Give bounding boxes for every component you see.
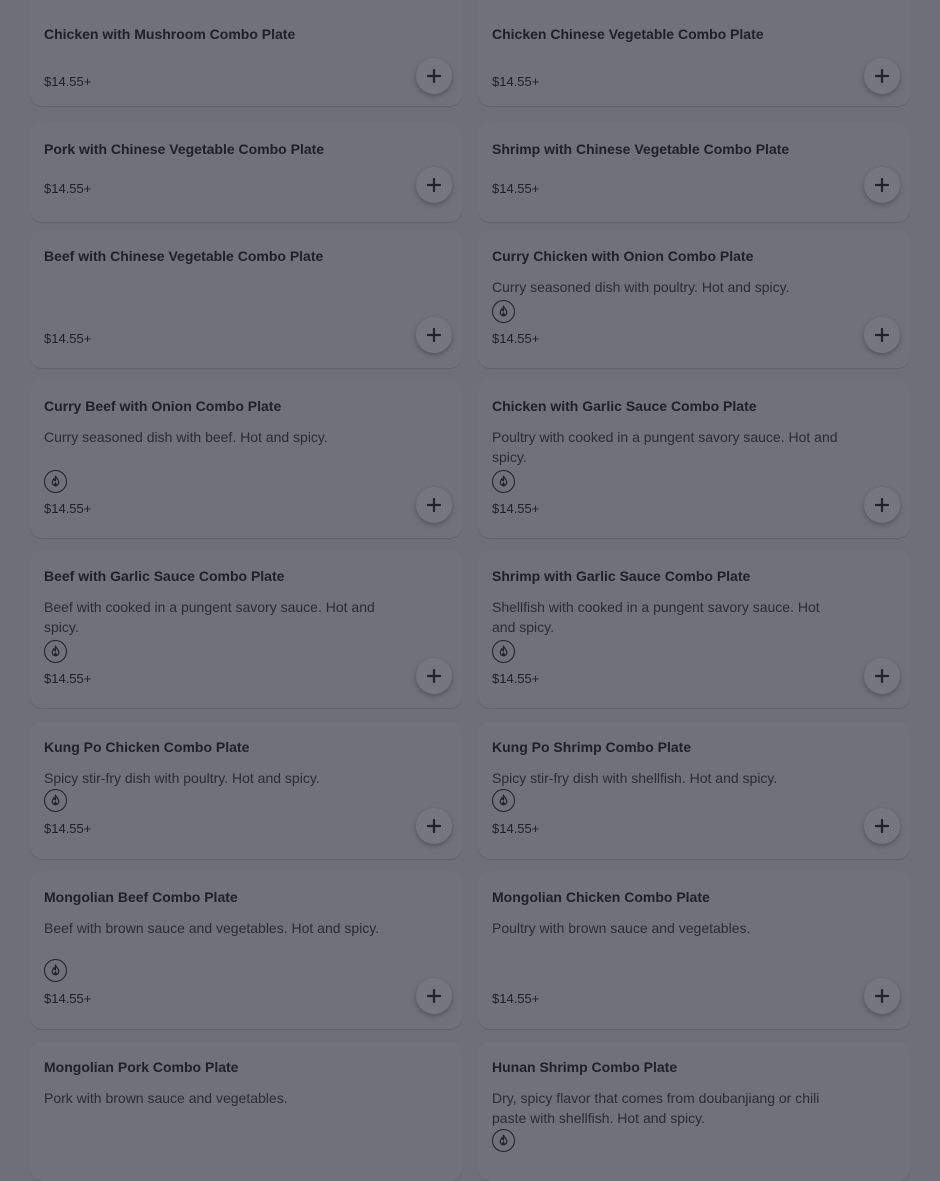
flame-icon: [492, 470, 515, 493]
menu-item-description: Spicy stir-fry dish with shellfish. Hot …: [492, 770, 778, 786]
plus-icon: [875, 669, 889, 683]
menu-item-name: Beef with Garlic Sauce Combo Plate: [44, 568, 285, 584]
menu-item-description: Curry seasoned dish with beef. Hot and s…: [44, 429, 328, 445]
menu-item-price: $14.55+: [44, 181, 92, 196]
plus-icon: [427, 819, 441, 833]
add-to-cart-button[interactable]: [416, 658, 452, 694]
menu-item-price: $14.55+: [492, 331, 540, 346]
menu-item-card[interactable]: Chicken with Garlic Sauce Combo Plate Pou…: [478, 380, 910, 538]
menu-item-description: Pork with brown sauce and vegetables.: [44, 1090, 288, 1106]
menu-item-card[interactable]: Shrimp with Chinese Vegetable Combo Plat…: [478, 123, 910, 222]
menu-item-card[interactable]: Kung Po Chicken Combo Plate Spicy stir-fr…: [30, 721, 462, 859]
add-to-cart-button[interactable]: [864, 317, 900, 353]
add-to-cart-button[interactable]: [416, 487, 452, 523]
flame-icon: [492, 1129, 515, 1152]
menu-item-name: Shrimp with Garlic Sauce Combo Plate: [492, 568, 751, 584]
menu-item-price: $14.55+: [492, 671, 540, 686]
menu-item-card[interactable]: Hunan Shrimp Combo Plate Dry, spicy flavo…: [478, 1041, 910, 1181]
menu-item-name: Pork with Chinese Vegetable Combo Plate: [44, 141, 325, 157]
plus-icon: [427, 178, 441, 192]
menu-item-card[interactable]: Mongolian Beef Combo Plate Beef with brow…: [30, 871, 462, 1029]
add-to-cart-button[interactable]: [416, 317, 452, 353]
menu-item-name: Hunan Shrimp Combo Plate: [492, 1059, 678, 1075]
plus-icon: [427, 989, 441, 1003]
add-to-cart-button[interactable]: [416, 58, 452, 94]
add-to-cart-button[interactable]: [864, 167, 900, 203]
menu-item-card[interactable]: Curry Beef with Onion Combo Plate Curry s…: [30, 380, 462, 538]
menu-item-price: $14.55+: [44, 671, 92, 686]
menu-item-description: Beef with cooked in a pungent savory sau…: [44, 599, 375, 635]
menu-item-name: Beef with Chinese Vegetable Combo Plate: [44, 248, 324, 264]
menu-item-name: Mongolian Chicken Combo Plate: [492, 889, 710, 905]
menu-item-description: Spicy stir-fry dish with poultry. Hot an…: [44, 770, 320, 786]
plus-icon: [427, 498, 441, 512]
add-to-cart-button[interactable]: [416, 808, 452, 844]
menu-item-name: Curry Beef with Onion Combo Plate: [44, 398, 282, 414]
menu-item-card[interactable]: Chicken with Mushroom Combo Plate $14.55+: [30, 0, 462, 106]
menu-item-description: Shellfish with cooked in a pungent savor…: [492, 599, 820, 635]
plus-icon: [427, 69, 441, 83]
plus-icon: [875, 328, 889, 342]
plus-icon: [875, 819, 889, 833]
menu-item-card[interactable]: Beef with Chinese Vegetable Combo Plate $…: [30, 230, 462, 368]
menu-item-name: Kung Po Shrimp Combo Plate: [492, 739, 692, 755]
flame-icon: [44, 789, 67, 812]
flame-icon: [44, 959, 67, 982]
menu-item-name: Chicken with Mushroom Combo Plate: [44, 26, 296, 42]
menu-item-price: $14.55+: [492, 821, 540, 836]
menu-item-card[interactable]: Chicken Chinese Vegetable Combo Plate $14…: [478, 0, 910, 106]
menu-item-price: $14.55+: [492, 181, 540, 196]
add-to-cart-button[interactable]: [416, 978, 452, 1014]
plus-icon: [427, 669, 441, 683]
menu-item-price: $14.55+: [44, 991, 92, 1006]
plus-icon: [875, 69, 889, 83]
add-to-cart-button[interactable]: [864, 58, 900, 94]
plus-icon: [427, 328, 441, 342]
menu-item-card[interactable]: Kung Po Shrimp Combo Plate Spicy stir-fry…: [478, 721, 910, 859]
menu-item-name: Kung Po Chicken Combo Plate: [44, 739, 250, 755]
menu-item-price: $14.55+: [492, 501, 540, 516]
menu-item-description: Dry, spicy flavor that comes from douban…: [492, 1090, 820, 1126]
menu-item-card[interactable]: Pork with Chinese Vegetable Combo Plate $…: [30, 123, 462, 222]
menu-item-name: Shrimp with Chinese Vegetable Combo Plat…: [492, 141, 790, 157]
menu-item-price: $14.55+: [492, 991, 540, 1006]
menu-item-description: Poultry with cooked in a pungent savory …: [492, 429, 838, 465]
plus-icon: [875, 989, 889, 1003]
flame-icon: [44, 640, 67, 663]
menu-item-card[interactable]: Mongolian Chicken Combo Plate Poultry wit…: [478, 871, 910, 1029]
menu-item-description: Curry seasoned dish with poultry. Hot an…: [492, 279, 790, 295]
menu-item-price: $14.55+: [44, 501, 92, 516]
menu-item-description: Beef with brown sauce and vegetables. Ho…: [44, 920, 380, 936]
menu-item-name: Chicken Chinese Vegetable Combo Plate: [492, 26, 764, 42]
add-to-cart-button[interactable]: [864, 808, 900, 844]
menu-item-price: $14.55+: [44, 331, 92, 346]
menu-item-price: $14.55+: [44, 821, 92, 836]
add-to-cart-button[interactable]: [864, 487, 900, 523]
menu-item-card[interactable]: Shrimp with Garlic Sauce Combo Plate Shel…: [478, 550, 910, 708]
add-to-cart-button[interactable]: [864, 658, 900, 694]
plus-icon: [875, 178, 889, 192]
menu-item-name: Mongolian Pork Combo Plate: [44, 1059, 239, 1075]
add-to-cart-button[interactable]: [864, 978, 900, 1014]
menu-item-price: $14.55+: [44, 74, 92, 89]
menu-item-price: $14.55+: [492, 74, 540, 89]
menu-item-name: Mongolian Beef Combo Plate: [44, 889, 238, 905]
menu-item-card[interactable]: Beef with Garlic Sauce Combo Plate Beef w…: [30, 550, 462, 708]
menu-item-card[interactable]: Mongolian Pork Combo Plate Pork with brow…: [30, 1041, 462, 1181]
menu-item-card[interactable]: Curry Chicken with Onion Combo Plate Curr…: [478, 230, 910, 368]
plus-icon: [875, 498, 889, 512]
menu-item-grid: Chicken with Mushroom Combo Plate $14.55+…: [0, 0, 940, 1181]
flame-icon: [492, 640, 515, 663]
menu-item-name: Chicken with Garlic Sauce Combo Plate: [492, 398, 757, 414]
add-to-cart-button[interactable]: [416, 167, 452, 203]
flame-icon: [492, 300, 515, 323]
flame-icon: [44, 470, 67, 493]
menu-item-name: Curry Chicken with Onion Combo Plate: [492, 248, 754, 264]
flame-icon: [492, 789, 515, 812]
menu-item-description: Poultry with brown sauce and vegetables.: [492, 920, 751, 936]
